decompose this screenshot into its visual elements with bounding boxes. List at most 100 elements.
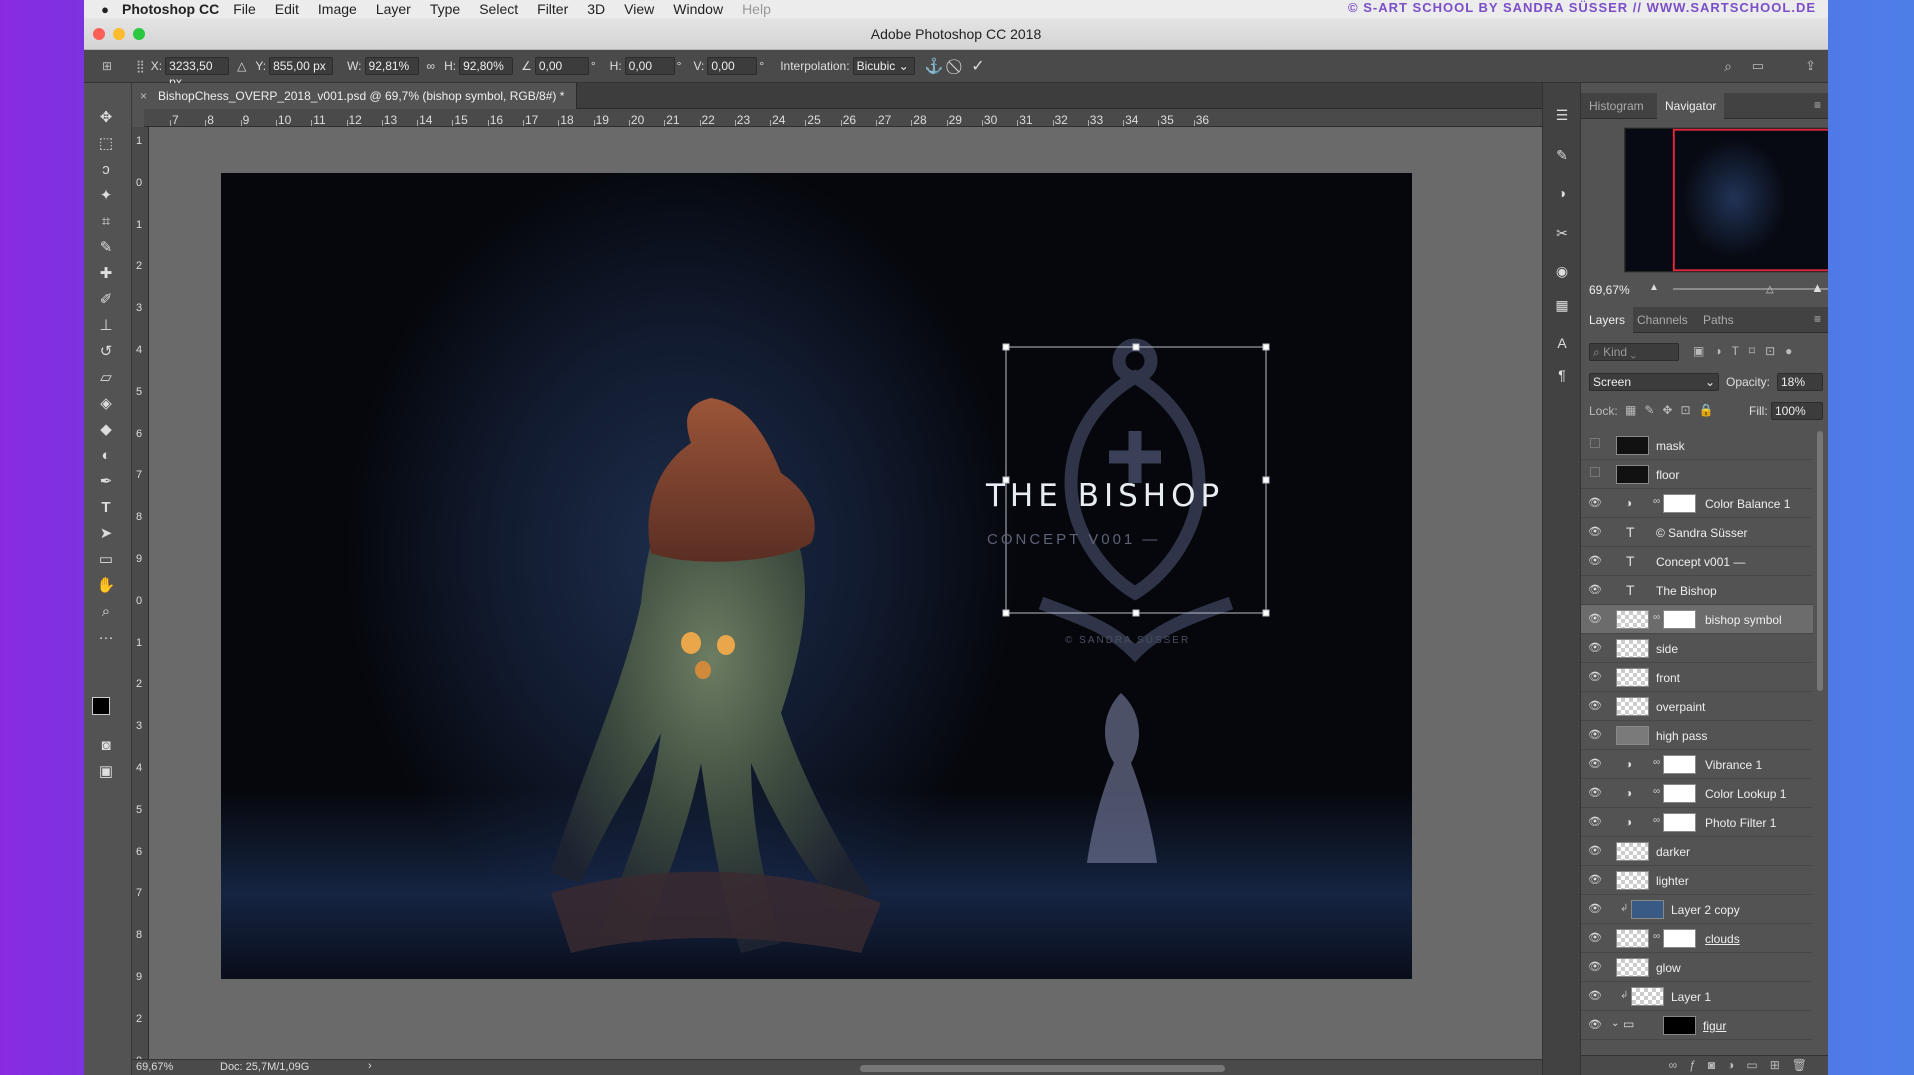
angle-input[interactable]: 0,00 (534, 57, 589, 75)
quick-mask-icon[interactable]: ◙ (94, 735, 118, 757)
zoom-in-icon[interactable]: ▲ (1811, 280, 1824, 295)
eye-icon[interactable]: 👁 (1588, 612, 1602, 626)
vskew-input[interactable]: 0,00 (707, 57, 758, 75)
tab-histogram[interactable]: Histogram (1581, 93, 1652, 119)
adjustments-icon[interactable]: ◑ (1552, 183, 1572, 203)
layer-row[interactable]: 👁 darker (1581, 837, 1813, 866)
eye-icon[interactable]: 👁 (1588, 844, 1602, 858)
dodge-tool-icon[interactable]: ◐ (94, 445, 118, 467)
menu-3d[interactable]: 3D (587, 1, 605, 17)
paragraph-icon[interactable]: ¶ (1552, 365, 1572, 385)
layers-scrollbar[interactable] (1817, 431, 1823, 691)
menu-image[interactable]: Image (318, 1, 357, 17)
move-tool-icon[interactable]: ✥ (94, 107, 118, 129)
eye-icon[interactable]: 👁 (1588, 670, 1602, 684)
link-mask-icon[interactable]: ∞ (1653, 612, 1660, 623)
link-icon[interactable]: ∞ (427, 59, 436, 73)
rectangle-tool-icon[interactable]: ▭ (94, 549, 118, 571)
brush-tool-icon[interactable]: ✐ (94, 289, 118, 311)
mask-thumbnail[interactable] (1663, 813, 1696, 832)
eye-icon[interactable]: 👁 (1588, 525, 1602, 539)
share-icon[interactable]: ⇪ (1805, 58, 1816, 74)
w-input[interactable]: 92,81% (364, 57, 419, 75)
tab-paths[interactable]: Paths (1695, 307, 1742, 333)
visibility-empty-icon[interactable] (1588, 467, 1602, 481)
menu-edit[interactable]: Edit (275, 1, 299, 17)
swatches-icon[interactable]: ▦ (1552, 295, 1572, 315)
layer-row[interactable]: floor (1581, 460, 1813, 489)
eye-icon[interactable]: 👁 (1588, 873, 1602, 887)
mask-thumbnail[interactable] (1663, 610, 1696, 629)
status-expand-icon[interactable]: › (368, 1060, 372, 1072)
eye-icon[interactable]: 👁 (1588, 583, 1602, 597)
pen-tool-icon[interactable]: ✒ (94, 471, 118, 493)
navigator-zoom-slider[interactable] (1673, 288, 1828, 290)
link-mask-icon[interactable]: ∞ (1653, 815, 1660, 826)
tab-channels[interactable]: Channels (1629, 307, 1696, 333)
delta-icon[interactable]: △ (237, 59, 246, 73)
magic-wand-tool-icon[interactable]: ✦ (94, 185, 118, 207)
layer-row[interactable]: 👁 T The Bishop (1581, 576, 1813, 605)
blend-mode-select[interactable]: Screen ⌄ (1589, 373, 1719, 391)
brush-settings-icon[interactable]: ✎ (1552, 145, 1572, 165)
fill-input[interactable]: 100% (1771, 402, 1823, 420)
healing-tool-icon[interactable]: ✚ (94, 263, 118, 285)
layer-row[interactable]: 👁 ◑ ∞ Photo Filter 1 (1581, 808, 1813, 837)
layer-row[interactable]: 👁 overpaint (1581, 692, 1813, 721)
layer-row[interactable]: 👁 ∞ clouds (1581, 924, 1813, 953)
transform-tool-icon[interactable]: ⊞ (102, 59, 122, 73)
menu-select[interactable]: Select (479, 1, 518, 17)
menu-window[interactable]: Window (673, 1, 723, 17)
menu-filter[interactable]: Filter (537, 1, 568, 17)
layer-row[interactable]: 👁 front (1581, 663, 1813, 692)
layer-row[interactable]: 👁 ↲ Layer 2 copy (1581, 895, 1813, 924)
layers-footer-icons[interactable]: ∞ƒ◙◑▭⊞🗑 (1581, 1055, 1828, 1075)
search-icon[interactable]: ⌕ (1724, 58, 1732, 75)
link-mask-icon[interactable]: ∞ (1653, 931, 1660, 942)
lock-icons[interactable]: ▦✎✥⊡🔒 (1625, 403, 1721, 417)
tab-layers[interactable]: Layers (1581, 307, 1634, 333)
menu-view[interactable]: View (624, 1, 654, 17)
eye-icon[interactable]: 👁 (1588, 1018, 1602, 1032)
eye-icon[interactable]: 👁 (1588, 757, 1602, 771)
color-palette-icon[interactable]: ◉ (1552, 261, 1572, 281)
eye-icon[interactable]: 👁 (1588, 554, 1602, 568)
menu-layer[interactable]: Layer (376, 1, 411, 17)
mask-thumbnail[interactable] (1663, 929, 1696, 948)
eye-icon[interactable]: 👁 (1588, 815, 1602, 829)
eye-icon[interactable]: 👁 (1588, 960, 1602, 974)
zoom-slider-handle[interactable]: △ (1766, 284, 1774, 295)
eye-icon[interactable]: 👁 (1588, 931, 1602, 945)
x-input[interactable]: 3233,50 px (165, 57, 230, 89)
y-input[interactable]: 855,00 px (269, 57, 334, 75)
link-mask-icon[interactable]: ∞ (1653, 757, 1660, 768)
doc-size-readout[interactable]: Doc: 25,7M/1,09G (220, 1061, 309, 1073)
blur-tool-icon[interactable]: ◆ (94, 419, 118, 441)
panel-menu-icon[interactable]: ≡ (1814, 98, 1821, 112)
layer-row[interactable]: 👁 ◑ ∞ Color Lookup 1 (1581, 779, 1813, 808)
foreground-color-swatch[interactable] (92, 697, 110, 715)
eye-icon[interactable]: 👁 (1588, 496, 1602, 510)
link-mask-icon[interactable]: ∞ (1653, 496, 1660, 507)
eraser-tool-icon[interactable]: ▱ (94, 367, 118, 389)
paint-bucket-tool-icon[interactable]: ◈ (94, 393, 118, 415)
horizontal-scrollbar[interactable] (860, 1065, 1225, 1072)
crop-tool-icon[interactable]: ⌗ (94, 211, 118, 233)
menu-file[interactable]: File (233, 1, 256, 17)
navigator-zoom[interactable]: 69,67% (1589, 283, 1630, 297)
more-tools-icon[interactable]: ··· (94, 627, 118, 649)
filter-kind-select[interactable]: ⌕ Kind ⌄ (1589, 343, 1679, 361)
artwork-canvas[interactable]: THE BISHOP CONCEPT V001 — © SANDRA SÜSSE… (221, 173, 1412, 979)
zoom-out-icon[interactable]: ▲ (1649, 282, 1659, 293)
eye-icon[interactable]: 👁 (1588, 902, 1602, 916)
layer-row[interactable]: 👁 ◑ ∞ Vibrance 1 (1581, 750, 1813, 779)
document-tab[interactable]: × BishopChess_OVERP_2018_v001.psd @ 69,7… (132, 83, 578, 109)
mask-thumbnail[interactable] (1663, 755, 1696, 774)
layer-row[interactable]: 👁 high pass (1581, 721, 1813, 750)
commit-transform-icon[interactable]: ✓ (971, 56, 984, 76)
eyedropper-tool-icon[interactable]: ✎ (94, 237, 118, 259)
zoom-tool-icon[interactable]: ⌕ (94, 601, 118, 623)
layer-row[interactable]: mask (1581, 431, 1813, 460)
layer-row[interactable]: 👁 ⌄ ▭ figur (1581, 1011, 1813, 1040)
mask-thumbnail[interactable] (1663, 494, 1696, 513)
